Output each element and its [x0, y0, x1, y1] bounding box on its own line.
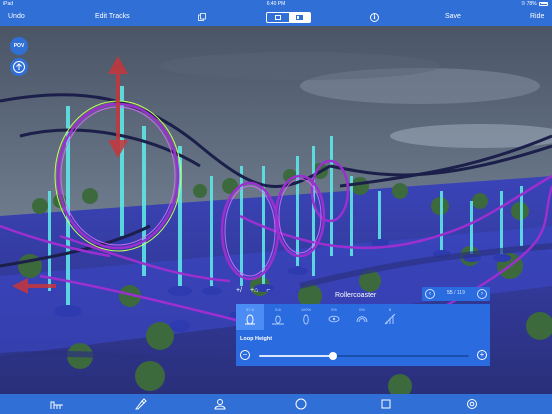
arch-icon — [356, 316, 368, 323]
single-view-option[interactable] — [267, 13, 289, 22]
loop-height-icon — [245, 314, 255, 325]
param-tab-segments[interactable]: 8 — [376, 304, 404, 330]
clock: 6:40 PM — [266, 1, 286, 7]
upload-button[interactable] — [10, 58, 28, 76]
pov-button[interactable]: POV — [10, 37, 28, 55]
add-curve-tool[interactable]: ⌐ — [266, 287, 270, 301]
eye-icon — [328, 315, 340, 323]
cloud-upload-icon — [13, 61, 25, 73]
edit-tracks-button[interactable]: Edit Tracks — [95, 13, 130, 20]
param-value: 100% — [300, 307, 312, 312]
param-tab-loop-shape[interactable]: 100% — [292, 304, 320, 330]
battery-label: 78% — [526, 1, 537, 7]
ride-button[interactable]: Ride — [530, 13, 544, 20]
split-view-icon — [295, 15, 303, 20]
segment-total: 119 — [456, 290, 465, 296]
coaster-name: Rollercoaster — [335, 292, 377, 299]
loop-width-icon — [272, 315, 284, 325]
undo-button[interactable]: Undo — [8, 13, 25, 20]
loop-height-slider[interactable] — [259, 352, 469, 360]
next-segment-button[interactable]: › — [477, 289, 487, 299]
loop-shape-icon — [303, 314, 309, 325]
split-view-option[interactable] — [288, 13, 310, 22]
param-value: 5.8 — [275, 307, 281, 312]
segment-index: 55 — [447, 290, 453, 296]
battery-indicator: ℬ 78% — [521, 1, 548, 7]
add-straight-track-tool[interactable]: +/ — [236, 287, 242, 301]
info-icon[interactable]: i — [370, 13, 379, 22]
add-loop-tool[interactable]: +⌂ — [250, 287, 258, 301]
previous-segment-button[interactable]: ‹ — [425, 289, 435, 299]
param-tab-loop-height[interactable]: 57.8 — [236, 304, 264, 330]
bottom-tab-bar — [0, 394, 552, 414]
increase-button[interactable]: + — [477, 350, 487, 360]
param-tab-twist[interactable]: 0% — [348, 304, 376, 330]
param-value: 57.8 — [246, 307, 254, 312]
param-tab-banking[interactable]: 0% — [320, 304, 348, 330]
bars-icon — [384, 313, 396, 325]
duplicate-icon[interactable] — [198, 13, 206, 21]
battery-icon — [539, 1, 548, 6]
nav-bar: Undo Edit Tracks i Save Ride — [0, 9, 552, 26]
segment-separator: / — [454, 290, 456, 296]
param-value: 0% — [359, 307, 365, 312]
bluetooth-icon: ℬ — [521, 1, 526, 7]
param-tab-loop-width[interactable]: 5.8 — [264, 304, 292, 330]
single-view-icon — [274, 15, 281, 20]
person-tab-icon[interactable] — [213, 398, 227, 410]
loop-height-slider-row: − + — [236, 345, 490, 366]
segment-counter-label: 55 / 119 — [439, 290, 473, 296]
save-button[interactable]: Save — [445, 13, 461, 20]
track-tools: +/ +⌂ ⌐ — [236, 287, 270, 301]
segment-counter: ‹ 55 / 119 › — [422, 287, 490, 301]
parameter-tabs: 57.8 5.8 100% 0% 0% 8 — [236, 304, 490, 330]
track-tab-icon[interactable] — [50, 398, 64, 410]
slider-label: Loop Height — [240, 336, 273, 342]
slider-thumb[interactable] — [328, 352, 337, 360]
param-value: 0% — [331, 307, 337, 312]
settings-tab-icon[interactable] — [465, 398, 479, 410]
frame-tab-icon[interactable] — [379, 398, 393, 410]
param-value: 8 — [388, 307, 392, 312]
status-bar: iPad 6:40 PM ℬ 78% — [0, 0, 552, 9]
paint-tab-icon[interactable] — [133, 398, 147, 410]
view-mode-toggle[interactable] — [266, 12, 311, 23]
decrease-button[interactable]: − — [240, 350, 250, 360]
slider-fill — [259, 355, 333, 357]
compass-tab-icon[interactable] — [294, 398, 308, 410]
